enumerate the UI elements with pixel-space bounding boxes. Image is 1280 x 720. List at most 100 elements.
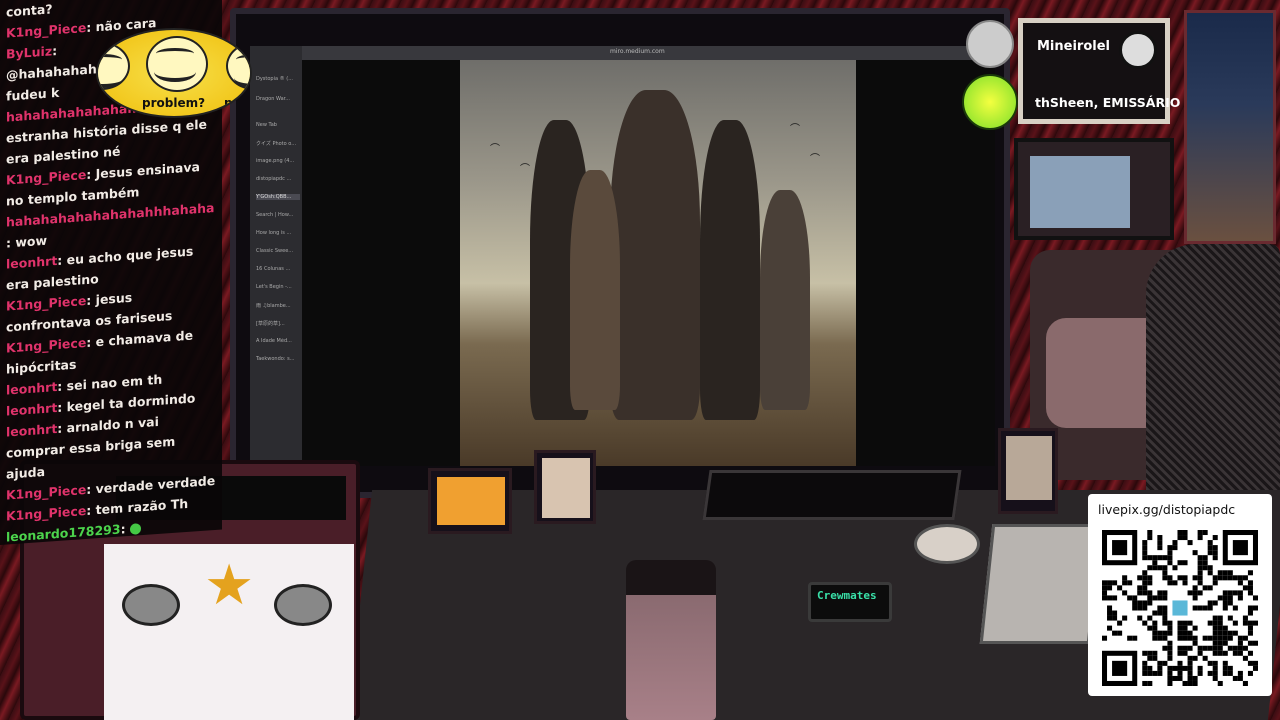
browser-tab[interactable]: image.png (4... (256, 158, 300, 164)
qr-module (1222, 600, 1228, 606)
qr-module (1132, 600, 1138, 606)
qr-finder-center (1232, 540, 1248, 556)
chat-separator: : (57, 399, 67, 415)
qr-module (1182, 560, 1188, 566)
qr-module (1152, 560, 1158, 566)
qr-module (1197, 590, 1203, 596)
qr-module (1192, 625, 1198, 631)
browser-tab[interactable]: New Tab (256, 122, 300, 128)
troll-face-badge: ? problem? prob (96, 28, 252, 118)
chat-username[interactable]: K1ng_Piece (6, 293, 86, 314)
knit-bag (1146, 244, 1280, 494)
browser-tab[interactable]: Classic Swee... (256, 248, 300, 254)
chat-username[interactable]: leonhrt (6, 379, 57, 398)
qr-module (1247, 585, 1253, 591)
qr-module (1187, 655, 1193, 661)
keyboard (702, 470, 962, 520)
qr-module (1222, 670, 1228, 676)
browser-tab[interactable]: Dystopia ® (... (256, 76, 300, 82)
qr-module (1192, 675, 1198, 681)
qr-module (1177, 650, 1183, 656)
qr-module (1237, 590, 1243, 596)
browser-tab[interactable]: How long is ... (256, 230, 300, 236)
browser-tab[interactable]: 雨 ♫blambe... (256, 302, 300, 309)
qr-module (1187, 620, 1193, 626)
chat-username[interactable]: K1ng_Piece (6, 335, 86, 356)
qr-module (1107, 580, 1113, 586)
qr-module (1217, 625, 1223, 631)
qr-logo (1172, 600, 1188, 616)
browser-tab[interactable]: Taekwondo: s... (256, 356, 300, 362)
qr-module (1222, 570, 1228, 576)
qr-module (1252, 660, 1258, 666)
qr-module (1152, 655, 1158, 661)
chat-username[interactable]: K1ng_Piece (6, 482, 86, 503)
qr-module (1182, 665, 1188, 671)
qr-module (1167, 640, 1173, 646)
qr-module (1232, 575, 1238, 581)
chat-username[interactable]: leonhrt (6, 421, 57, 440)
troll-label: ? (98, 96, 105, 110)
browser-tab[interactable]: Dragon War... (256, 96, 300, 102)
qr-module (1102, 595, 1108, 601)
qr-module (1187, 540, 1193, 546)
browser-tab[interactable]: A Idade Méd... (256, 338, 300, 344)
qr-module (1247, 620, 1253, 626)
qr-module (1247, 660, 1253, 666)
donation-link[interactable]: livepix.gg/distopiapdc (1098, 502, 1235, 517)
donation-qr-panel[interactable]: livepix.gg/distopiapdc (1088, 494, 1272, 696)
qr-module (1232, 645, 1238, 651)
qr-module (1147, 665, 1153, 671)
qr-module (1207, 600, 1213, 606)
browser-tab[interactable]: [草原的草]... (256, 320, 300, 327)
qr-module (1212, 580, 1218, 586)
qr-module (1142, 670, 1148, 676)
qr-module (1212, 555, 1218, 561)
troll-face-icon (146, 36, 208, 92)
qr-module (1232, 605, 1238, 611)
chat-separator: : (86, 502, 96, 518)
chat-username[interactable]: K1ng_Piece (6, 503, 86, 524)
qr-module (1182, 625, 1188, 631)
qr-module (1212, 640, 1218, 646)
figure-shape (610, 90, 700, 420)
chat-username[interactable]: K1ng_Piece (6, 167, 86, 188)
chat-username[interactable]: leonhrt (6, 253, 57, 272)
qr-module (1112, 595, 1118, 601)
qr-module (1202, 655, 1208, 661)
qr-module (1207, 645, 1213, 651)
qr-module (1227, 615, 1233, 621)
chat-text: wow (15, 232, 48, 250)
qr-module (1172, 675, 1178, 681)
browser-tab[interactable]: 16 Colunas ... (256, 266, 300, 272)
browser-tab[interactable]: Let's Begin -... (256, 284, 300, 290)
chat-username[interactable]: K1ng_Piece (6, 20, 86, 41)
browser-tab-active[interactable]: Y'GOsh:QBB... (256, 194, 300, 200)
qr-module (1102, 585, 1108, 591)
qr-module (1147, 580, 1153, 586)
url-bar[interactable]: miro.medium.com (610, 48, 665, 55)
chat-username[interactable]: ByLuiz (6, 43, 52, 61)
qr-module (1137, 590, 1143, 596)
qr-module (1142, 590, 1148, 596)
qr-module (1202, 565, 1208, 571)
qr-module (1212, 645, 1218, 651)
qr-module (1247, 590, 1253, 596)
qr-module (1187, 680, 1193, 686)
qr-module (1162, 590, 1168, 596)
troll-face-icon (226, 42, 250, 90)
browser-tab[interactable]: Search | How... (256, 212, 300, 218)
browser-tab[interactable]: クイズ Photo o... (256, 140, 300, 147)
qr-module (1197, 560, 1203, 566)
qr-module (1247, 640, 1253, 646)
qr-module (1192, 640, 1198, 646)
qr-module (1247, 625, 1253, 631)
eye-art (122, 584, 180, 626)
browser-tab[interactable]: distopiapdc ... (256, 176, 300, 182)
qr-module (1172, 580, 1178, 586)
qr-module (1242, 575, 1248, 581)
chat-username[interactable]: leonhrt (6, 400, 57, 419)
qr-module (1147, 535, 1153, 541)
qr-module (1217, 595, 1223, 601)
troll-label: prob (224, 96, 250, 110)
